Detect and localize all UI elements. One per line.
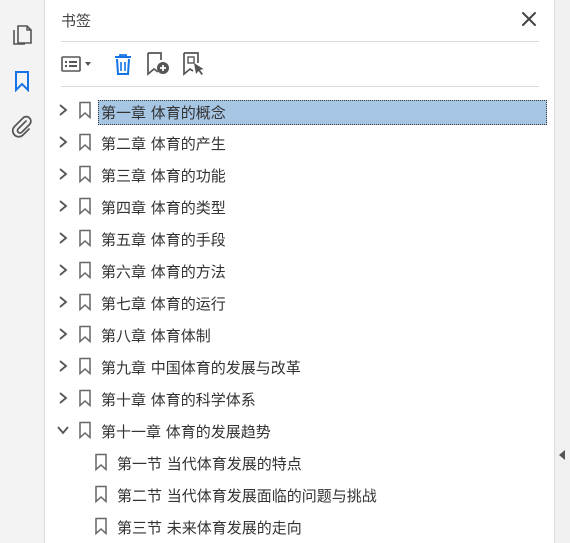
chevron-right-icon[interactable] [56,135,70,149]
bookmark-icon [79,389,91,407]
pages-icon[interactable] [9,21,35,47]
bookmarks-panel: 书签 第一章 体育的概念 第二章 体育的产生 第三章 体育的功能 第四章 体育的… [46,0,554,543]
bookmark-label: 第三节 未来体育发展的走向 [117,519,302,537]
attachment-icon[interactable] [9,114,35,140]
new-bookmark-icon[interactable] [144,50,172,78]
bookmark-item[interactable]: 第九章 中国体育的发展与改革 [46,350,554,382]
chevron-right-icon[interactable] [56,295,70,309]
bookmark-label: 第一节 当代体育发展的特点 [117,455,302,473]
chevron-right-icon[interactable] [56,167,70,181]
bookmark-icon [95,485,107,503]
toolbar-divider [61,86,539,87]
bookmark-label: 第九章 中国体育的发展与改革 [101,359,301,377]
chevron-right-icon[interactable] [56,359,70,373]
header-divider [61,41,539,42]
bookmark-item[interactable]: 第十一章 体育的发展趋势 [46,414,554,446]
close-icon[interactable] [520,10,538,28]
bookmark-subitem[interactable]: 第三节 未来体育发展的走向 [46,510,554,542]
chevron-right-icon[interactable] [56,263,70,277]
bookmark-label: 第八章 体育体制 [101,327,211,345]
bookmark-icon [79,293,91,311]
bookmark-label: 第四章 体育的类型 [101,199,226,217]
bookmark-icon [79,197,91,215]
bookmark-label: 第七章 体育的运行 [101,295,226,313]
bookmark-item[interactable]: 第十章 体育的科学体系 [46,382,554,414]
left-navigation-rail [0,0,45,543]
chevron-right-icon[interactable] [56,327,70,341]
options-menu-icon [61,56,91,72]
delete-icon[interactable] [110,50,136,78]
bookmark-item[interactable]: 第一章 体育的概念 [46,94,554,126]
bookmark-item[interactable]: 第五章 体育的手段 [46,222,554,254]
bookmark-item[interactable]: 第四章 体育的类型 [46,190,554,222]
new-bookmark-from-structure-icon[interactable] [180,50,208,78]
bookmark-item[interactable]: 第七章 体育的运行 [46,286,554,318]
panel-header: 书签 [46,0,554,40]
bookmark-label: 第六章 体育的方法 [101,263,226,281]
bookmark-item[interactable]: 第二章 体育的产生 [46,126,554,158]
bookmark-icon [79,261,91,279]
bookmark-icon [79,325,91,343]
bookmark-label: 第二节 当代体育发展面临的问题与挑战 [117,487,377,505]
bookmark-label: 第十一章 体育的发展趋势 [101,423,271,441]
bookmark-icon [79,101,91,119]
chevron-down-icon[interactable] [56,423,70,437]
bookmark-icon [79,357,91,375]
chevron-right-icon[interactable] [56,103,70,117]
chevron-right-icon[interactable] [56,231,70,245]
bookmark-item[interactable]: 第三章 体育的功能 [46,158,554,190]
options-menu-button[interactable] [60,50,98,78]
bookmark-icon [95,517,107,535]
bookmark-label: 第二章 体育的产生 [101,135,226,153]
bookmark-icon [79,421,91,439]
bookmark-label: 第十章 体育的科学体系 [101,391,256,409]
bookmark-label: 第一章 体育的概念 [98,100,547,125]
bookmark-subitem[interactable]: 第二节 当代体育发展面临的问题与挑战 [46,478,554,510]
collapse-panel-icon[interactable] [559,450,565,460]
chevron-right-icon[interactable] [56,391,70,405]
bookmark-icon[interactable] [9,68,35,94]
bookmark-icon [95,453,107,471]
bookmark-item[interactable]: 第六章 体育的方法 [46,254,554,286]
chevron-right-icon[interactable] [56,199,70,213]
panel-title: 书签 [61,12,92,30]
bookmarks-toolbar [46,44,554,84]
right-collapse-rail [554,0,570,543]
bookmark-item[interactable]: 第八章 体育体制 [46,318,554,350]
bookmark-label: 第五章 体育的手段 [101,231,226,249]
bookmark-label: 第三章 体育的功能 [101,167,226,185]
bookmark-subitem[interactable]: 第一节 当代体育发展的特点 [46,446,554,478]
bookmark-icon [79,229,91,247]
bookmark-icon [79,133,91,151]
bookmark-icon [79,165,91,183]
